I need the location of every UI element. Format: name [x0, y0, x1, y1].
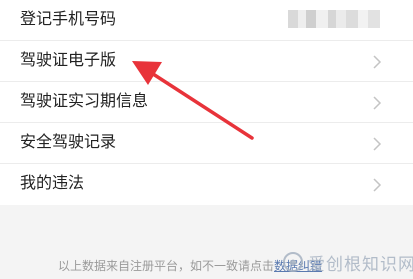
row-my-violations[interactable]: 我的违法	[0, 164, 413, 205]
footer-text: 以上数据来自注册平台，如不一致请点击	[58, 259, 275, 273]
row-safe-driving-record[interactable]: 安全驾驶记录	[0, 123, 413, 164]
masked-phone-value	[288, 10, 380, 28]
chevron-right-icon	[373, 178, 382, 192]
chevron-right-icon	[373, 55, 382, 69]
row-label-safe-driving-record: 安全驾驶记录	[20, 132, 117, 151]
row-license-probation[interactable]: 驾驶证实习期信息	[0, 82, 413, 123]
row-registered-phone[interactable]: 登记手机号码	[0, 0, 413, 41]
row-label-registered-phone: 登记手机号码	[20, 9, 117, 28]
chevron-right-icon	[373, 137, 382, 151]
watermark: 爱创根知识网	[282, 248, 413, 276]
watermark-text: 爱创根知识网	[308, 254, 413, 275]
chevron-right-icon	[373, 96, 382, 110]
row-license-electronic[interactable]: 驾驶证电子版	[0, 41, 413, 82]
settings-list: 登记手机号码 驾驶证电子版 驾驶证实习期信息 安全驾驶记录 我的违法	[0, 0, 413, 205]
row-label-my-violations: 我的违法	[20, 173, 85, 192]
row-label-license-electronic: 驾驶证电子版	[20, 50, 117, 69]
row-label-license-probation: 驾驶证实习期信息	[20, 91, 149, 110]
watermark-logo-icon	[283, 252, 303, 272]
